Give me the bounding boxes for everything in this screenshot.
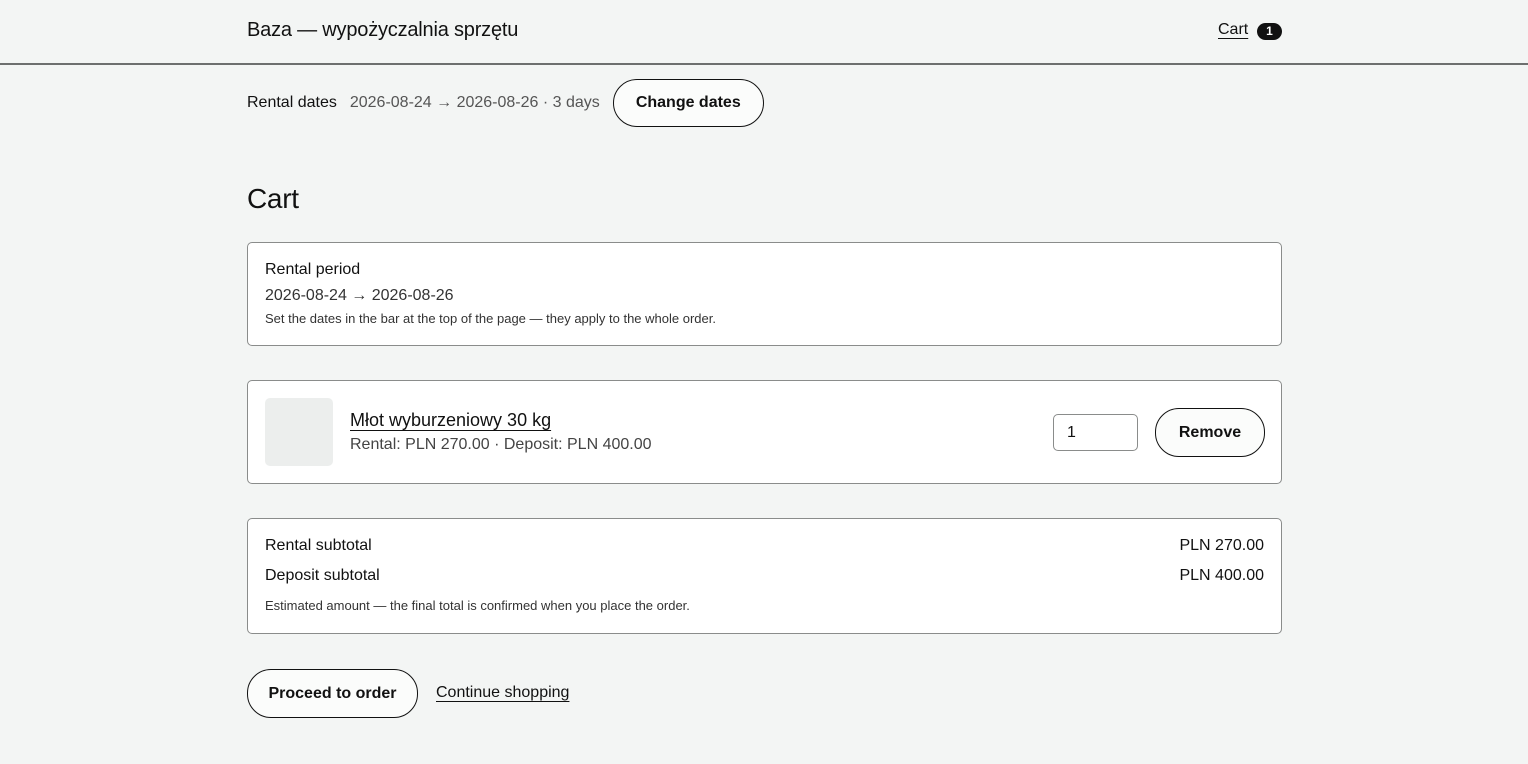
page-title: Cart — [247, 183, 299, 214]
rental-dates-range: 2026-08-24 → 2026-08-26 · 3 days — [349, 94, 600, 111]
rental-period-range: 2026-08-24 → 2026-08-26 — [265, 287, 454, 304]
rental-subtotal-row: Rental subtotal PLN 270.00 — [265, 537, 1264, 555]
deposit-subtotal-value: PLN 400.00 — [1179, 567, 1264, 584]
rental-dates-label: Rental dates — [247, 94, 337, 111]
continue-shopping-link[interactable]: Continue shopping — [436, 684, 569, 702]
rental-period-title: Rental period — [265, 261, 361, 278]
product-thumbnail — [265, 398, 333, 466]
site-brand[interactable]: Baza — wypożyczalnia sprzętu — [247, 19, 518, 42]
remove-item-button[interactable]: Remove — [1155, 408, 1265, 457]
product-name-link[interactable]: Młot wyburzeniowy 30 kg — [350, 410, 551, 431]
change-dates-button[interactable]: Change dates — [612, 79, 764, 127]
rental-dates-bar: Rental dates 2026-08-24 → 2026-08-26 · 3… — [247, 79, 764, 127]
proceed-to-order-button[interactable]: Proceed to order — [247, 669, 418, 718]
cart-item: Młot wyburzeniowy 30 kg Rental: PLN 270.… — [247, 380, 1282, 484]
deposit-subtotal-row: Deposit subtotal PLN 400.00 — [265, 567, 1264, 585]
cart-totals-card: Rental subtotal PLN 270.00 Deposit subto… — [247, 518, 1282, 634]
product-price-line: Rental: PLN 270.00 · Deposit: PLN 400.00 — [350, 436, 652, 453]
rental-subtotal-value: PLN 270.00 — [1179, 537, 1264, 554]
site-header: Baza — wypożyczalnia sprzętu Cart 1 — [0, 0, 1528, 65]
header-cart-link[interactable]: Cart — [1218, 21, 1248, 39]
rental-period-note: Set the dates in the bar at the top of t… — [265, 311, 716, 326]
cart-count-badge: 1 — [1257, 23, 1282, 40]
deposit-subtotal-label: Deposit subtotal — [265, 567, 380, 584]
rental-period-card: Rental period 2026-08-24 → 2026-08-26 Se… — [247, 242, 1282, 346]
totals-note: Estimated amount — the final total is co… — [265, 598, 690, 613]
rental-subtotal-label: Rental subtotal — [265, 537, 372, 554]
quantity-input[interactable] — [1053, 414, 1138, 451]
